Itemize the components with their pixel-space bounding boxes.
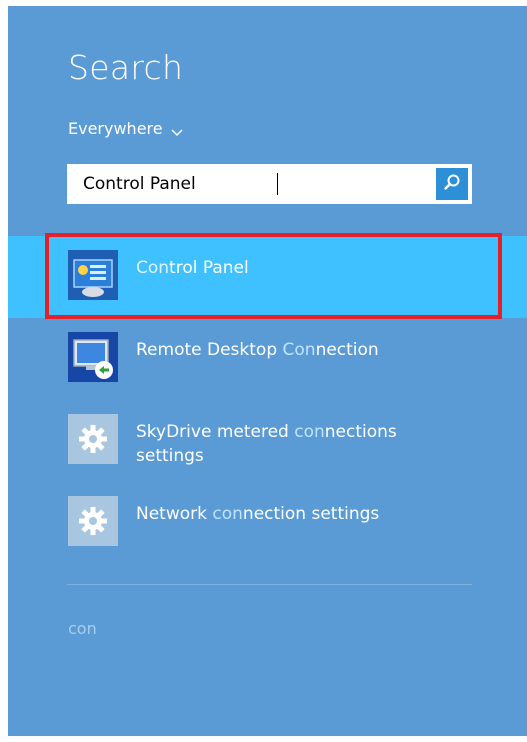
gear-icon [68, 414, 118, 464]
search-query-suggestion[interactable]: con [68, 619, 97, 638]
pane-title: Search [68, 48, 184, 87]
search-scope-dropdown[interactable]: Everywhere [68, 119, 183, 138]
result-label: Network connection settings [136, 504, 380, 524]
remote-desktop-icon [68, 332, 118, 382]
search-input[interactable] [67, 164, 436, 204]
result-skydrive-metered[interactable]: SkyDrive metered connections settings [8, 400, 527, 482]
search-box [67, 164, 472, 204]
search-results-list: Control Panel Remote Desktop Connection [8, 236, 527, 564]
chevron-down-icon [171, 123, 183, 136]
search-button[interactable] [436, 168, 468, 200]
result-label: SkyDrive metered connections settings [136, 422, 397, 466]
result-label: Remote Desktop Connection [136, 340, 379, 360]
result-label: Control Panel [136, 258, 249, 278]
search-scope-label: Everywhere [68, 119, 163, 138]
search-pane: Search Everywhere Control Panel Control … [8, 6, 527, 736]
gear-icon [68, 496, 118, 546]
result-remote-desktop[interactable]: Remote Desktop Connection [8, 318, 527, 400]
search-icon [442, 172, 462, 196]
result-control-panel[interactable]: Control Panel [8, 236, 527, 318]
divider [67, 584, 472, 585]
result-network-connection[interactable]: Network connection settings [8, 482, 527, 564]
text-caret [277, 173, 278, 195]
control-panel-icon [68, 250, 118, 300]
